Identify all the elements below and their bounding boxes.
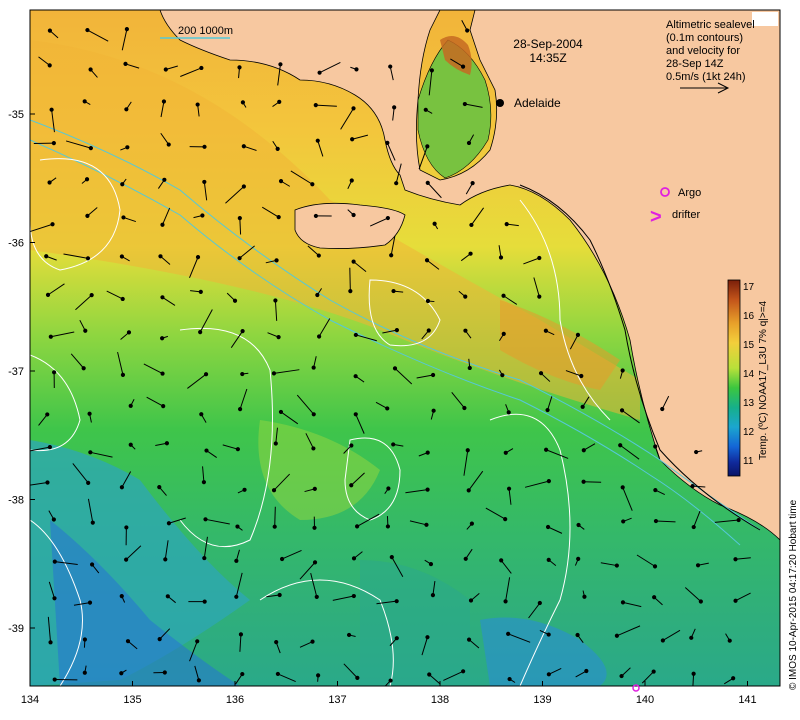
colorbar-tick-label: 12 xyxy=(743,427,755,438)
colorbar-label: Temp. (ºC) NOAA17_L3U 7% q|>=4 xyxy=(758,300,769,460)
x-tick-label: 138 xyxy=(431,694,449,706)
drifter-symbol-icon: > xyxy=(650,206,662,228)
scale-bar-label: 200 1000m xyxy=(178,25,233,37)
y-tick-label: -36 xyxy=(8,238,24,250)
colorbar-tick-label: 16 xyxy=(743,311,755,322)
adelaide-marker-icon xyxy=(496,99,504,107)
drifter-label: drifter xyxy=(672,209,700,221)
svg-text:28-Sep 14Z: 28-Sep 14Z xyxy=(666,58,724,70)
note-white-box xyxy=(752,12,778,26)
x-tick-label: 136 xyxy=(226,694,244,706)
colorbar-tick-label: 15 xyxy=(743,340,755,351)
x-tick-label: 139 xyxy=(533,694,551,706)
colorbar-tick-label: 17 xyxy=(743,282,755,293)
city-label: Adelaide xyxy=(514,96,561,110)
svg-text:0.5m/s (1kt 24h): 0.5m/s (1kt 24h) xyxy=(666,71,745,83)
x-tick-label: 137 xyxy=(328,694,346,706)
y-tick-label: -38 xyxy=(8,495,24,507)
credit-text: © IMOS 10-Apr-2015 04:17:20 Hobart time xyxy=(788,499,799,690)
svg-text:(0.1m contours): (0.1m contours) xyxy=(666,32,743,44)
y-tick-label: -39 xyxy=(8,623,24,635)
svg-text:Altimetric sealevel: Altimetric sealevel xyxy=(666,19,755,31)
y-tick-label: -37 xyxy=(8,366,24,378)
plot-area xyxy=(30,10,780,686)
argo-label: Argo xyxy=(678,187,701,199)
sst-map: 200 1000m 28-Sep-2004 14:35Z Altimetric … xyxy=(8,9,799,706)
svg-text:and velocity for: and velocity for xyxy=(666,45,740,57)
x-tick-label: 134 xyxy=(21,694,39,706)
map-time: 14:35Z xyxy=(529,51,566,65)
x-tick-label: 141 xyxy=(738,694,756,706)
kangaroo-island xyxy=(294,202,406,249)
colorbar-tick-label: 11 xyxy=(743,456,754,467)
y-tick-label: -35 xyxy=(8,109,24,121)
map-date: 28-Sep-2004 xyxy=(513,37,583,51)
colorbar-tick-label: 13 xyxy=(743,398,755,409)
x-tick-label: 140 xyxy=(636,694,654,706)
x-tick-label: 135 xyxy=(123,694,141,706)
colorbar-tick-label: 14 xyxy=(743,369,755,380)
